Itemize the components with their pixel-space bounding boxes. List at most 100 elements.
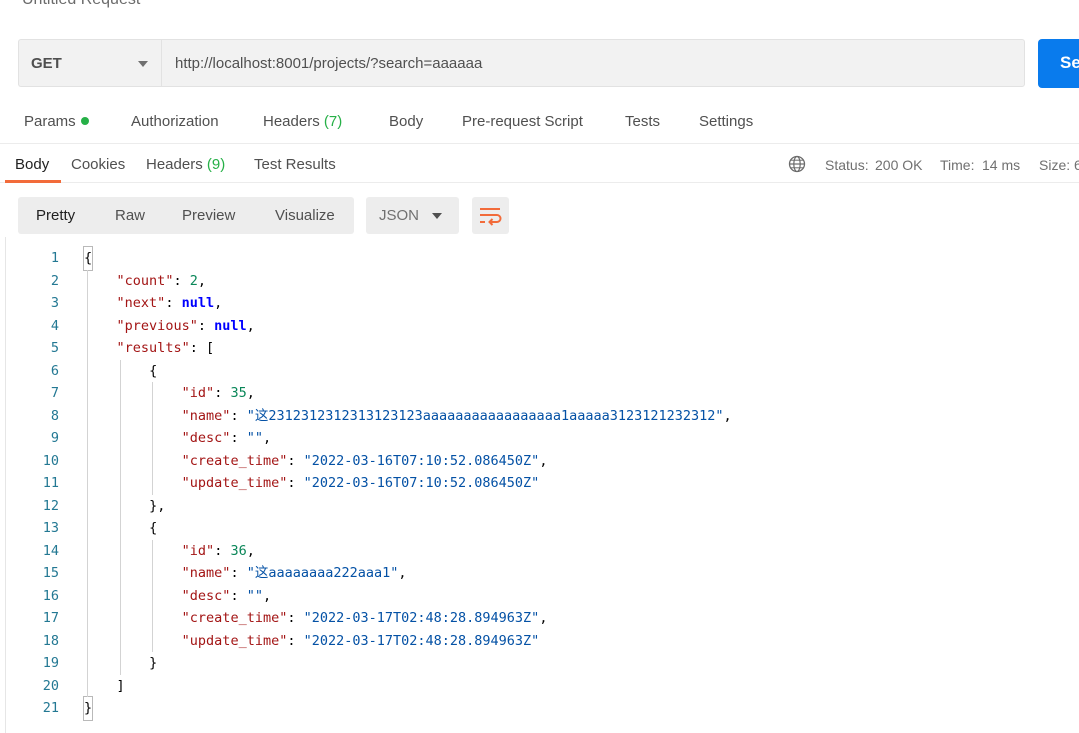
- code-token: ,: [262, 430, 272, 446]
- tab-pre-request-script[interactable]: Pre-request Script: [462, 113, 583, 130]
- code-token: :: [287, 475, 304, 491]
- code-token: :: [287, 610, 304, 626]
- response-tab-body[interactable]: Body: [15, 156, 49, 173]
- code-token: "update_time": [181, 475, 288, 491]
- code-text: "update_time": "2022-03-17T02:48:28.8949…: [182, 630, 540, 653]
- line-number: 18: [42, 632, 59, 649]
- code-token: },: [149, 497, 166, 514]
- code-text: {: [82, 246, 94, 271]
- code-token: ,: [262, 587, 272, 604]
- code-token: : [: [189, 340, 215, 356]
- code-token: "name": [181, 407, 231, 424]
- line-number: 3: [50, 295, 59, 311]
- wrap-lines-button[interactable]: [472, 197, 509, 234]
- tab-label: Settings: [699, 113, 754, 130]
- code-token: "count": [116, 272, 174, 289]
- tab-count: (9): [206, 156, 226, 173]
- code-token: :: [230, 430, 247, 446]
- globe-icon[interactable]: [788, 155, 806, 173]
- params-active-dot-icon: [80, 117, 89, 126]
- line-number: 9: [50, 430, 59, 446]
- chevron-down-icon: [138, 61, 148, 67]
- code-line: 19}: [0, 652, 1079, 675]
- code-token: ,: [539, 452, 548, 469]
- tab-label: Body: [15, 156, 50, 173]
- code-line: 13 {: [0, 517, 1079, 540]
- code-text: "id": 36,: [182, 540, 255, 563]
- indent-guide: [152, 382, 154, 495]
- size-value[interactable]: 6: [1074, 157, 1079, 173]
- method-select[interactable]: GET: [18, 39, 161, 87]
- code-token: ,: [539, 610, 548, 626]
- code-line: 10 "create_time": "2022-03-16T07:10:52.08…: [0, 450, 1079, 473]
- line-number: 11: [42, 475, 59, 491]
- code-token: "这aaaaaaaa222aaa1": [246, 565, 399, 581]
- code-line: 20]: [0, 675, 1079, 698]
- code-line: 2 "count": 2,: [0, 270, 1079, 293]
- code-token: }: [84, 700, 93, 716]
- code-line: 14 "id": 36,: [0, 540, 1079, 563]
- tab-label: Cookies: [71, 156, 126, 173]
- view-tab-pretty[interactable]: Pretty: [36, 207, 75, 224]
- url-text: http://localhost:8001/projects/?search=a…: [175, 55, 483, 72]
- tab-label: Body: [389, 113, 424, 130]
- code-token: ,: [197, 272, 206, 289]
- code-token: "2022-03-17T02:48:28.894963Z": [303, 632, 540, 649]
- tab-label: Headers: [146, 156, 203, 173]
- tab-settings[interactable]: Settings: [699, 113, 753, 130]
- line-number: 14: [42, 542, 59, 559]
- code-line: 11 "update_time": "2022-03-16T07:10:52.08…: [0, 472, 1079, 495]
- code-text: },: [149, 495, 165, 518]
- code-line: 12},: [0, 495, 1079, 518]
- code-text: "desc": "",: [182, 427, 271, 450]
- code-token: :: [287, 632, 304, 649]
- code-token: :: [230, 587, 247, 604]
- request-title[interactable]: Untitled Request: [22, 0, 140, 9]
- code-token: {: [149, 520, 158, 536]
- code-text: "count": 2,: [117, 270, 206, 293]
- code-line: 9 "desc": "",: [0, 427, 1079, 450]
- url-input[interactable]: http://localhost:8001/projects/?search=a…: [161, 39, 1025, 87]
- indent-guide: [152, 539, 154, 652]
- code-token: "next": [116, 295, 166, 311]
- tab-authorization[interactable]: Authorization: [131, 113, 219, 130]
- response-tab-test-results[interactable]: Test Results: [254, 156, 336, 173]
- code-token: "desc": [181, 430, 231, 446]
- line-number: 20: [42, 677, 59, 694]
- line-number: 13: [42, 520, 59, 536]
- time-value[interactable]: 14 ms: [982, 157, 1020, 173]
- active-tab-indicator: [5, 180, 61, 183]
- size-label: Size:: [1039, 157, 1071, 173]
- line-number: 2: [50, 272, 59, 289]
- code-text: "results": [: [117, 337, 215, 360]
- tab-label: Params: [24, 113, 76, 130]
- line-number: 16: [42, 587, 59, 604]
- view-tab-visualize[interactable]: Visualize: [275, 207, 335, 224]
- code-token: "create_time": [181, 452, 288, 469]
- code-token: "results": [116, 340, 190, 356]
- code-token: {: [84, 250, 93, 266]
- code-text: "name": "这aaaaaaaa222aaa1",: [182, 562, 407, 585]
- line-number: 4: [50, 317, 59, 334]
- code-token: "name": [181, 565, 231, 581]
- tab-tests[interactable]: Tests: [625, 113, 660, 130]
- code-token: "create_time": [181, 610, 288, 626]
- response-body-viewer[interactable]: 1{2 "count": 2, 3 "next": null, 4 "previous":…: [0, 246, 1079, 733]
- response-tab-headers[interactable]: Headers (9): [146, 156, 225, 173]
- view-tab-raw[interactable]: Raw: [115, 207, 145, 224]
- status-label: Status:: [825, 157, 869, 173]
- code-text: "next": null,: [117, 292, 223, 315]
- tab-headers[interactable]: Headers (7): [263, 113, 342, 130]
- code-token: "2022-03-16T07:10:52.086450Z": [303, 452, 540, 469]
- code-token: ,: [246, 317, 255, 334]
- tab-body[interactable]: Body: [389, 113, 423, 130]
- response-tab-cookies[interactable]: Cookies: [71, 156, 125, 173]
- code-token: "id": [181, 385, 215, 401]
- view-tab-preview[interactable]: Preview: [182, 207, 235, 224]
- code-token: :: [214, 542, 231, 559]
- time-label: Time:: [940, 157, 975, 173]
- send-button[interactable]: Se: [1038, 39, 1079, 88]
- tab-params[interactable]: Params: [24, 113, 89, 130]
- status-value[interactable]: 200 OK: [875, 157, 922, 173]
- format-select[interactable]: JSON: [366, 197, 459, 234]
